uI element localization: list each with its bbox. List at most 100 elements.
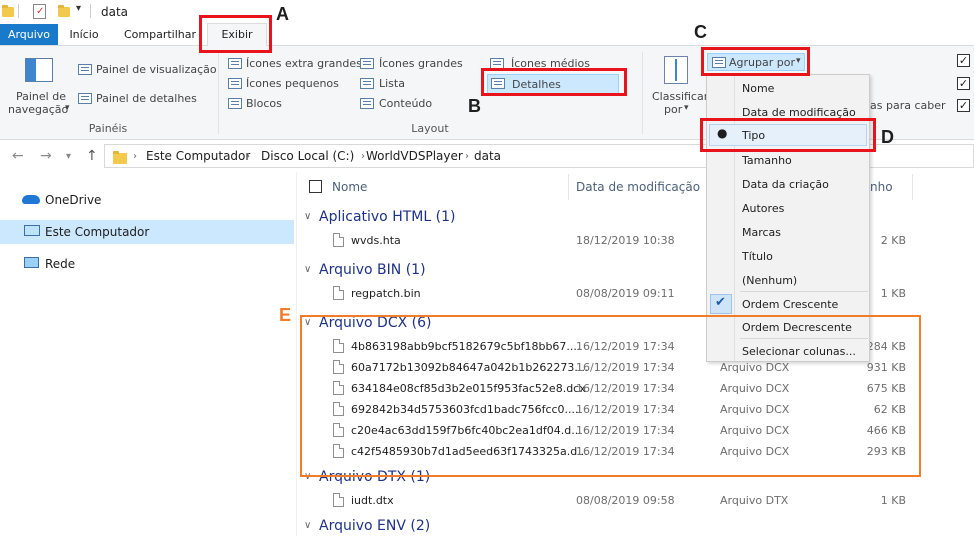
annotation-box-d <box>700 118 876 152</box>
column-header-name[interactable]: Nome <box>332 180 367 194</box>
tab-compartilhar[interactable]: Compartilhar <box>121 24 199 45</box>
layout-tiles[interactable]: Blocos <box>226 96 354 112</box>
list-icon <box>360 78 374 89</box>
navigation-pane-label-2: navegação <box>8 103 69 116</box>
nav-item-this-pc[interactable]: Este Computador <box>0 220 294 244</box>
menu-item-autores[interactable]: Autores <box>742 202 784 215</box>
group-title: Aplicativo HTML (1) <box>319 209 456 225</box>
tab-arquivo[interactable]: Arquivo <box>0 24 58 45</box>
chevron-down-icon[interactable]: ∨ <box>304 264 311 275</box>
chevron-down-icon[interactable]: ▾ <box>66 151 71 162</box>
file-date: 18/12/2019 10:38 <box>576 234 675 247</box>
content-icon <box>360 98 374 109</box>
fit-columns-label[interactable]: as para caber <box>870 99 946 112</box>
preview-pane-label: Painel de visualização <box>96 63 217 76</box>
hidden-items-checkbox[interactable]: ✓ <box>957 99 970 112</box>
tab-inicio[interactable]: Início <box>66 24 102 45</box>
layout-label: Ícones grandes <box>379 57 463 70</box>
layout-label: Ícones pequenos <box>246 77 339 90</box>
group-title: Arquivo ENV (2) <box>319 518 431 534</box>
group-separator <box>642 52 643 134</box>
layout-label: Conteúdo <box>379 97 433 110</box>
annotation-box-b <box>481 68 627 96</box>
table-row[interactable]: iudt.dtx 08/08/2019 09:58 Arquivo DTX 1 KB <box>300 490 912 511</box>
extra-large-icons-icon <box>228 58 242 69</box>
pane-splitter[interactable] <box>296 172 297 536</box>
breadcrumb-item[interactable]: data <box>474 149 501 163</box>
annotation-label-e: E <box>279 305 292 325</box>
preview-pane-button[interactable]: Painel de visualização <box>76 62 217 78</box>
group-separator <box>218 52 219 134</box>
layout-label: Ícones extra grandes <box>246 57 362 70</box>
annotation-box-c <box>701 47 810 76</box>
menu-item-nome[interactable]: Nome <box>742 82 774 95</box>
breadcrumb-item[interactable]: Este Computador <box>146 149 250 163</box>
chevron-right-icon[interactable]: › <box>246 151 250 162</box>
file-name: iudt.dtx <box>351 494 394 507</box>
layout-list[interactable]: Lista <box>360 76 480 92</box>
layout-content[interactable]: Conteúdo <box>360 96 480 112</box>
column-header-size[interactable]: nho <box>870 180 893 194</box>
nav-item-label: Este Computador <box>45 225 150 239</box>
title-bar: ✓ ▾ data <box>0 0 974 24</box>
chevron-down-icon[interactable]: ∨ <box>304 520 311 531</box>
tiles-icon <box>228 98 242 109</box>
annotation-box-e <box>300 315 921 477</box>
layout-small-icons[interactable]: Ícones pequenos <box>226 76 354 92</box>
group-label-layout: Layout <box>411 122 449 135</box>
menu-item-marcas[interactable]: Marcas <box>742 226 781 239</box>
folder-icon <box>113 151 127 164</box>
select-all-checkbox[interactable] <box>309 180 322 193</box>
up-arrow-icon[interactable]: ↑ <box>86 148 98 164</box>
computer-icon <box>24 225 40 236</box>
details-pane-button[interactable]: Painel de detalhes <box>76 91 212 107</box>
network-icon <box>24 257 39 268</box>
properties-icon[interactable]: ✓ <box>33 4 46 19</box>
layout-extra-large-icons[interactable]: Ícones extra grandes <box>226 56 362 72</box>
forward-arrow-icon[interactable]: → <box>40 148 52 164</box>
item-checkboxes-checkbox[interactable]: ✓ <box>957 54 970 67</box>
chevron-right-icon[interactable]: › <box>361 151 365 162</box>
chevron-down-icon[interactable]: ∨ <box>304 211 311 222</box>
layout-label: Lista <box>379 77 405 90</box>
menu-item-titulo[interactable]: Título <box>742 250 773 263</box>
column-divider[interactable] <box>568 174 569 200</box>
preview-pane-icon <box>78 64 92 75</box>
annotation-label-a: A <box>276 4 289 24</box>
large-icons-icon <box>360 58 374 69</box>
check-background: ✔ <box>710 294 732 314</box>
quick-access-dropdown-icon[interactable]: ▾ <box>76 3 81 14</box>
navigation-pane: OneDrive Este Computador Rede <box>0 172 296 536</box>
group-label-paineis: Painéis <box>88 122 128 135</box>
folder-icon <box>2 5 14 17</box>
annotation-label-b: B <box>468 96 481 116</box>
back-arrow-icon[interactable]: ← <box>12 148 24 164</box>
menu-item-tamanho[interactable]: Tamanho <box>742 154 792 167</box>
menu-item-data-criacao[interactable]: Data da criação <box>742 178 829 191</box>
breadcrumb-item[interactable]: WorldVDSPlayer <box>366 149 463 163</box>
file-extensions-checkbox[interactable]: ✓ <box>957 77 970 90</box>
layout-label: Blocos <box>246 97 282 110</box>
chevron-right-icon[interactable]: › <box>133 151 137 162</box>
annotation-label-d: D <box>881 127 894 147</box>
details-pane-label: Painel de detalhes <box>96 92 197 105</box>
navigation-pane-label-1: Painel de <box>16 90 66 103</box>
group-title: Arquivo BIN (1) <box>319 262 426 278</box>
column-divider[interactable] <box>912 174 913 200</box>
navigation-pane-button[interactable]: Painel de navegação ▾ <box>8 46 70 120</box>
nav-item-onedrive[interactable]: OneDrive <box>0 188 294 212</box>
group-header[interactable]: ∨ Arquivo ENV (2) <box>300 517 912 536</box>
layout-large-icons[interactable]: Ícones grandes <box>360 56 480 72</box>
chevron-down-icon: ▾ <box>684 103 689 113</box>
nav-item-label: OneDrive <box>45 193 102 207</box>
sort-by-button[interactable]: Classificar por ▾ <box>648 52 708 122</box>
new-folder-icon[interactable] <box>58 5 70 17</box>
chevron-right-icon[interactable]: › <box>465 151 469 162</box>
sort-label-2: por <box>664 103 683 116</box>
divider <box>18 4 19 18</box>
nav-item-network[interactable]: Rede <box>0 252 294 276</box>
breadcrumb-item[interactable]: Disco Local (C:) <box>261 149 354 163</box>
menu-item-nenhum[interactable]: (Nenhum) <box>742 274 797 287</box>
menu-item-ordem-crescente[interactable]: Ordem Crescente <box>742 298 838 311</box>
column-header-date[interactable]: Data de modificação <box>576 180 700 194</box>
